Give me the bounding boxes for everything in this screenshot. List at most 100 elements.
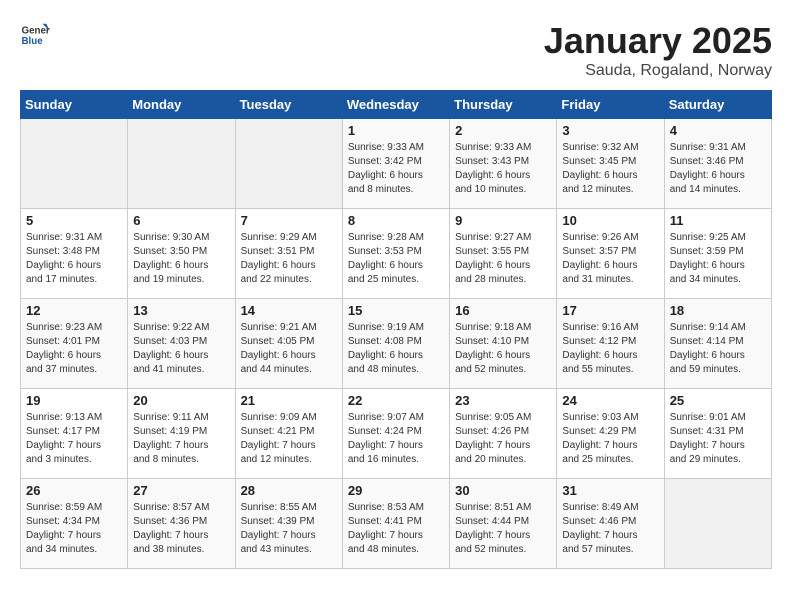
- day-info: Sunrise: 8:55 AM Sunset: 4:39 PM Dayligh…: [241, 501, 337, 557]
- day-number: 31: [562, 483, 658, 498]
- day-number: 8: [348, 213, 444, 228]
- calendar-cell: 5Sunrise: 9:31 AM Sunset: 3:48 PM Daylig…: [21, 209, 128, 299]
- calendar-cell: 28 Sunrise: 8:55 AM Sunset: 4:39 PM Dayli…: [235, 479, 342, 569]
- day-number: 17: [562, 303, 658, 318]
- logo-icon: General Blue: [20, 20, 50, 50]
- day-number: 15: [348, 303, 444, 318]
- header: General Blue January 2025 Sauda, Rogalan…: [20, 20, 772, 80]
- day-number: 29: [348, 483, 444, 498]
- calendar-table: SundayMondayTuesdayWednesdayThursdayFrid…: [20, 90, 772, 569]
- day-number: 9: [455, 213, 551, 228]
- calendar-cell: [128, 119, 235, 209]
- calendar-title: January 2025: [544, 20, 772, 62]
- day-info: Sunrise: 9:28 AM Sunset: 3:53 PM Dayligh…: [348, 231, 444, 287]
- calendar-week-row: 19 Sunrise: 9:13 AM Sunset: 4:17 PM Dayli…: [21, 389, 772, 479]
- day-number: 13: [133, 303, 229, 318]
- day-info: Sunrise: 9:05 AM Sunset: 4:26 PM Dayligh…: [455, 411, 551, 467]
- day-number: 16: [455, 303, 551, 318]
- day-info: Sunrise: 9:26 AM Sunset: 3:57 PM Dayligh…: [562, 231, 658, 287]
- header-day-sunday: Sunday: [21, 91, 128, 119]
- day-number: 25: [670, 393, 766, 408]
- day-number: 19: [26, 393, 122, 408]
- calendar-week-row: 1 Sunrise: 9:33 AM Sunset: 3:42 PM Daylig…: [21, 119, 772, 209]
- day-number: 24: [562, 393, 658, 408]
- day-info: Sunrise: 9:14 AM Sunset: 4:14 PM Dayligh…: [670, 321, 766, 377]
- header-day-monday: Monday: [128, 91, 235, 119]
- day-info: Sunrise: 9:33 AM Sunset: 3:43 PM Dayligh…: [455, 141, 551, 197]
- day-info: Sunrise: 9:33 AM Sunset: 3:42 PM Dayligh…: [348, 141, 444, 197]
- day-number: 6: [133, 213, 229, 228]
- day-number: 11: [670, 213, 766, 228]
- calendar-cell: [21, 119, 128, 209]
- day-info: Sunrise: 9:21 AM Sunset: 4:05 PM Dayligh…: [241, 321, 337, 377]
- calendar-cell: 1 Sunrise: 9:33 AM Sunset: 3:42 PM Daylig…: [342, 119, 449, 209]
- day-info: Sunrise: 9:16 AM Sunset: 4:12 PM Dayligh…: [562, 321, 658, 377]
- day-info: Sunrise: 9:32 AM Sunset: 3:45 PM Dayligh…: [562, 141, 658, 197]
- calendar-cell: 24 Sunrise: 9:03 AM Sunset: 4:29 PM Dayli…: [557, 389, 664, 479]
- day-number: 12: [26, 303, 122, 318]
- day-number: 21: [241, 393, 337, 408]
- day-number: 1: [348, 123, 444, 138]
- logo: General Blue: [20, 20, 50, 50]
- calendar-cell: [664, 479, 771, 569]
- day-number: 22: [348, 393, 444, 408]
- calendar-cell: 31 Sunrise: 8:49 AM Sunset: 4:46 PM Dayli…: [557, 479, 664, 569]
- calendar-week-row: 26 Sunrise: 8:59 AM Sunset: 4:34 PM Dayli…: [21, 479, 772, 569]
- day-number: 26: [26, 483, 122, 498]
- day-info: Sunrise: 8:57 AM Sunset: 4:36 PM Dayligh…: [133, 501, 229, 557]
- day-info: Sunrise: 9:13 AM Sunset: 4:17 PM Dayligh…: [26, 411, 122, 467]
- calendar-cell: 23 Sunrise: 9:05 AM Sunset: 4:26 PM Dayli…: [450, 389, 557, 479]
- day-number: 27: [133, 483, 229, 498]
- calendar-cell: 3Sunrise: 9:32 AM Sunset: 3:45 PM Daylig…: [557, 119, 664, 209]
- calendar-cell: 4Sunrise: 9:31 AM Sunset: 3:46 PM Daylig…: [664, 119, 771, 209]
- calendar-cell: 26 Sunrise: 8:59 AM Sunset: 4:34 PM Dayli…: [21, 479, 128, 569]
- header-day-wednesday: Wednesday: [342, 91, 449, 119]
- day-info: Sunrise: 8:59 AM Sunset: 4:34 PM Dayligh…: [26, 501, 122, 557]
- day-info: Sunrise: 8:49 AM Sunset: 4:46 PM Dayligh…: [562, 501, 658, 557]
- day-number: 5: [26, 213, 122, 228]
- day-info: Sunrise: 8:53 AM Sunset: 4:41 PM Dayligh…: [348, 501, 444, 557]
- day-number: 4: [670, 123, 766, 138]
- svg-text:Blue: Blue: [22, 36, 44, 47]
- day-number: 23: [455, 393, 551, 408]
- calendar-cell: 13 Sunrise: 9:22 AM Sunset: 4:03 PM Dayli…: [128, 299, 235, 389]
- calendar-cell: 29 Sunrise: 8:53 AM Sunset: 4:41 PM Dayli…: [342, 479, 449, 569]
- calendar-cell: 10 Sunrise: 9:26 AM Sunset: 3:57 PM Dayli…: [557, 209, 664, 299]
- day-number: 7: [241, 213, 337, 228]
- day-info: Sunrise: 9:11 AM Sunset: 4:19 PM Dayligh…: [133, 411, 229, 467]
- calendar-cell: 19 Sunrise: 9:13 AM Sunset: 4:17 PM Dayli…: [21, 389, 128, 479]
- day-number: 10: [562, 213, 658, 228]
- day-number: 20: [133, 393, 229, 408]
- calendar-cell: 15Sunrise: 9:19 AM Sunset: 4:08 PM Dayli…: [342, 299, 449, 389]
- header-day-thursday: Thursday: [450, 91, 557, 119]
- calendar-cell: 25 Sunrise: 9:01 AM Sunset: 4:31 PM Dayli…: [664, 389, 771, 479]
- day-info: Sunrise: 9:03 AM Sunset: 4:29 PM Dayligh…: [562, 411, 658, 467]
- calendar-cell: 11Sunrise: 9:25 AM Sunset: 3:59 PM Dayli…: [664, 209, 771, 299]
- day-info: Sunrise: 9:01 AM Sunset: 4:31 PM Dayligh…: [670, 411, 766, 467]
- calendar-cell: 9Sunrise: 9:27 AM Sunset: 3:55 PM Daylig…: [450, 209, 557, 299]
- svg-text:General: General: [22, 26, 51, 37]
- day-number: 28: [241, 483, 337, 498]
- calendar-cell: 7Sunrise: 9:29 AM Sunset: 3:51 PM Daylig…: [235, 209, 342, 299]
- calendar-cell: 2 Sunrise: 9:33 AM Sunset: 3:43 PM Daylig…: [450, 119, 557, 209]
- day-info: Sunrise: 9:22 AM Sunset: 4:03 PM Dayligh…: [133, 321, 229, 377]
- calendar-cell: 27 Sunrise: 8:57 AM Sunset: 4:36 PM Dayli…: [128, 479, 235, 569]
- calendar-cell: 18 Sunrise: 9:14 AM Sunset: 4:14 PM Dayli…: [664, 299, 771, 389]
- day-info: Sunrise: 9:18 AM Sunset: 4:10 PM Dayligh…: [455, 321, 551, 377]
- header-day-friday: Friday: [557, 91, 664, 119]
- day-number: 18: [670, 303, 766, 318]
- header-day-tuesday: Tuesday: [235, 91, 342, 119]
- calendar-week-row: 5Sunrise: 9:31 AM Sunset: 3:48 PM Daylig…: [21, 209, 772, 299]
- header-day-saturday: Saturday: [664, 91, 771, 119]
- day-number: 2: [455, 123, 551, 138]
- day-number: 14: [241, 303, 337, 318]
- calendar-cell: [235, 119, 342, 209]
- day-info: Sunrise: 9:30 AM Sunset: 3:50 PM Dayligh…: [133, 231, 229, 287]
- calendar-cell: 30Sunrise: 8:51 AM Sunset: 4:44 PM Dayli…: [450, 479, 557, 569]
- calendar-week-row: 12 Sunrise: 9:23 AM Sunset: 4:01 PM Dayli…: [21, 299, 772, 389]
- calendar-cell: 14 Sunrise: 9:21 AM Sunset: 4:05 PM Dayli…: [235, 299, 342, 389]
- calendar-cell: 21Sunrise: 9:09 AM Sunset: 4:21 PM Dayli…: [235, 389, 342, 479]
- day-info: Sunrise: 9:23 AM Sunset: 4:01 PM Dayligh…: [26, 321, 122, 377]
- calendar-cell: 6 Sunrise: 9:30 AM Sunset: 3:50 PM Daylig…: [128, 209, 235, 299]
- calendar-cell: 17 Sunrise: 9:16 AM Sunset: 4:12 PM Dayli…: [557, 299, 664, 389]
